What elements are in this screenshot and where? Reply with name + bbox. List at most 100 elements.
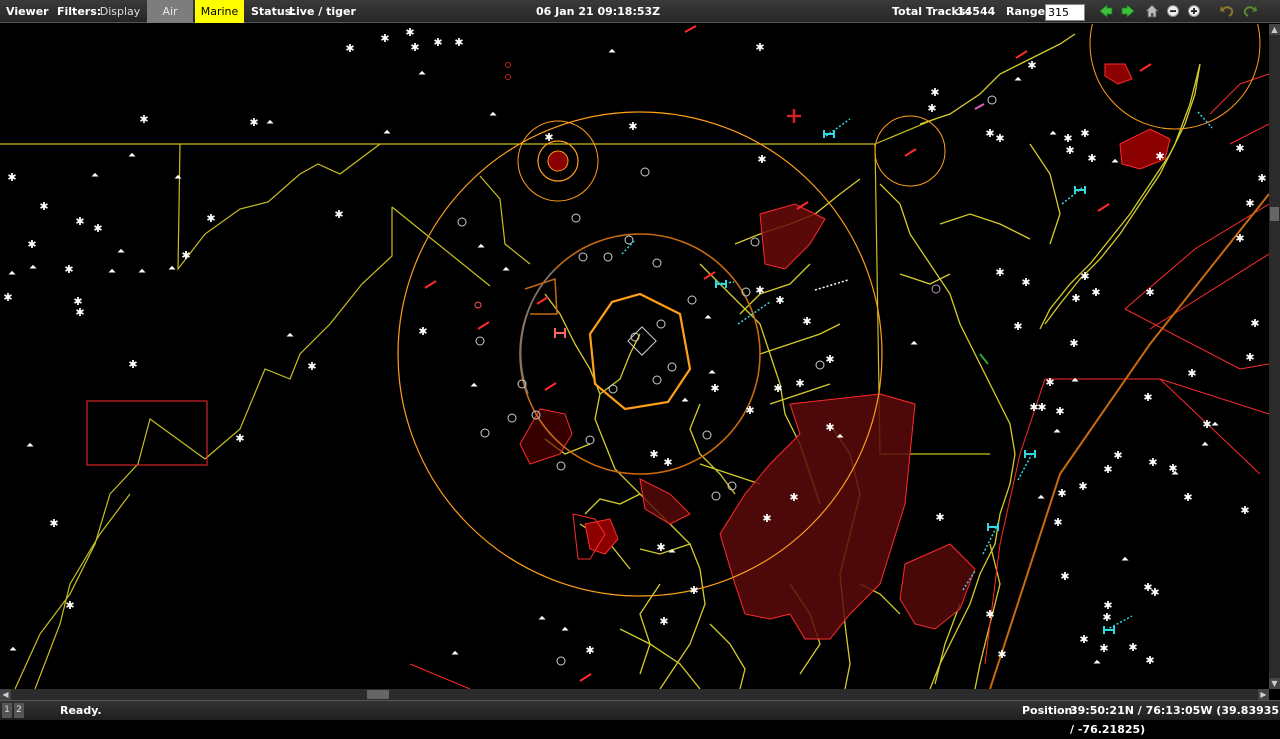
svg-text:✱: ✱ [1103,463,1112,476]
svg-text:⏶: ⏶ [502,264,510,275]
svg-text:✱: ✱ [1102,611,1111,624]
svg-text:⏶: ⏶ [138,266,146,277]
undo-icon[interactable] [1219,3,1235,19]
svg-text:✱: ✱ [418,325,427,338]
svg-text:✱: ✱ [825,353,834,366]
svg-text:✱: ✱ [773,382,782,395]
svg-text:✱: ✱ [795,377,804,390]
scroll-down-arrow-icon[interactable]: ▼ [1269,678,1280,689]
page-tab-2[interactable]: 2 [14,703,24,718]
vertical-scrollbar[interactable]: ▲ ▼ [1269,24,1280,689]
svg-text:✱: ✱ [710,382,719,395]
svg-text:✱: ✱ [1078,480,1087,493]
redo-icon[interactable] [1242,3,1258,19]
horizontal-scroll-thumb[interactable] [367,690,389,699]
svg-text:✱: ✱ [139,113,148,126]
svg-text:✱: ✱ [1087,152,1096,165]
horizontal-scrollbar[interactable]: ◀ ▶ [0,689,1269,700]
vertical-scroll-thumb[interactable] [1270,207,1279,221]
svg-text:✱: ✱ [1145,286,1154,299]
svg-text:✱: ✱ [1250,317,1259,330]
svg-text:✱: ✱ [656,541,665,554]
svg-text:✱: ✱ [249,116,258,129]
svg-text:⏶: ⏶ [1171,468,1179,479]
svg-text:⏶: ⏶ [418,68,426,79]
svg-text:✱: ✱ [1257,172,1266,185]
svg-text:✱: ✱ [762,512,771,525]
filter-air-button[interactable]: Air [147,0,193,23]
map-display[interactable]: ✱ ✱ ✱ ✱ ✱ ✱ ✱ ✱ ✱ ✱ ✱ ✱ ✱ ✱ ✱ ✱ ✱ ✱ ✱ ✱ ✱ ✱ ✱ ✱ ✱ ✱ ✱ ✱ ✱ ✱ … [0,24,1269,689]
status-value: Live / tiger [289,5,356,18]
status-bar: 1 2 Ready. Position: 39:50:21N / 76:13:0… [0,700,1280,736]
svg-text:⏶: ⏶ [910,338,918,349]
zoom-out-icon[interactable] [1165,3,1181,19]
svg-text:✱: ✱ [935,511,944,524]
svg-text:✱: ✱ [930,86,939,99]
svg-text:✱: ✱ [802,315,811,328]
position-value: 39:50:21N / 76:13:05W (39.83935 / -76.21… [1070,704,1280,736]
svg-text:✱: ✱ [1079,633,1088,646]
scroll-right-arrow-icon[interactable]: ▶ [1258,689,1269,700]
svg-text:✱: ✱ [755,284,764,297]
svg-text:✱: ✱ [27,238,36,251]
back-arrow-icon[interactable] [1098,3,1114,19]
svg-text:✱: ✱ [334,208,343,221]
svg-text:✱: ✱ [1069,337,1078,350]
svg-text:⏶: ⏶ [1037,492,1045,503]
svg-text:✱: ✱ [433,36,442,49]
svg-text:⏶: ⏶ [538,613,546,624]
svg-text:✱: ✱ [1055,405,1064,418]
svg-text:⏶: ⏶ [8,268,16,279]
svg-text:✱: ✱ [1053,516,1062,529]
scroll-up-arrow-icon[interactable]: ▲ [1269,24,1280,35]
status-message: Ready. [60,704,102,717]
svg-text:⏶: ⏶ [117,246,125,257]
svg-text:⏶: ⏶ [836,431,844,442]
filter-marine-button[interactable]: Marine [195,0,244,23]
svg-text:✱: ✱ [93,222,102,235]
svg-text:✱: ✱ [927,102,936,115]
svg-text:⏶: ⏶ [561,624,569,635]
svg-text:✱: ✱ [1065,144,1074,157]
scroll-left-arrow-icon[interactable]: ◀ [0,689,11,700]
svg-text:⏶: ⏶ [128,150,136,161]
position-label: Position: [1022,704,1077,717]
viewer-menu[interactable]: Viewer [6,0,49,23]
forward-arrow-icon[interactable] [1120,3,1136,19]
svg-text:✱: ✱ [75,306,84,319]
svg-text:⏶: ⏶ [608,46,616,57]
zoom-in-icon[interactable] [1186,3,1202,19]
total-tracks-value: 14544 [957,5,996,18]
filter-display-button[interactable]: Display [96,0,144,23]
svg-text:⏶: ⏶ [451,648,459,659]
svg-text:⏶: ⏶ [108,266,116,277]
svg-text:⏶: ⏶ [1211,419,1219,430]
aircraft-tracks[interactable]: ✱ ✱✱ ✱ ✱✱ ✱✱ ✱ ✱✱✱ ✱✱✱ ✱✱ ✱ ✱✱✱ ✱ ✱✱ ✱✱✱ ✱✱✱ … [3,26,1266,667]
svg-text:⏶: ⏶ [489,109,497,120]
svg-text:✱: ✱ [585,644,594,657]
svg-text:⏶: ⏶ [681,395,689,406]
svg-text:✱: ✱ [1235,142,1244,155]
range-label: Range: [1006,5,1050,18]
svg-text:✱: ✱ [39,200,48,213]
svg-text:✱: ✱ [1045,376,1054,389]
svg-text:✱: ✱ [544,131,553,144]
svg-text:⏶: ⏶ [704,312,712,323]
svg-text:✱: ✱ [1021,276,1030,289]
svg-text:⏶: ⏶ [477,241,485,252]
svg-text:✱: ✱ [181,249,190,262]
home-icon[interactable] [1144,3,1160,19]
svg-text:✱: ✱ [663,456,672,469]
svg-text:✱: ✱ [628,120,637,133]
svg-text:✱: ✱ [49,517,58,530]
page-tab-1[interactable]: 1 [2,703,12,718]
svg-text:⏶: ⏶ [1071,375,1079,386]
svg-text:⏶: ⏶ [168,263,176,274]
svg-text:✱: ✱ [7,171,16,184]
svg-text:⏶: ⏶ [668,546,676,557]
svg-text:✱: ✱ [1099,642,1108,655]
aircraft-heading-tracks[interactable]: ⏶⏶⏶ ⏶⏶⏶ ⏶ ⏶⏶ ⏶ ⏶⏶ ⏶⏶⏶ ⏶⏶⏶ ⏶⏶⏶ ⏶⏶⏶ ⏶⏶⏶ ⏶⏶⏶ … [8,46,1219,668]
tactical-map[interactable]: ✱ ✱✱ ✱ ✱✱ ✱✱ ✱ ✱✱✱ ✱✱✱ ✱✱ ✱ ✱✱✱ ✱ ✱✱ ✱✱✱ ✱✱✱ … [0,24,1269,689]
range-input[interactable] [1045,4,1085,21]
svg-text:✱: ✱ [1150,586,1159,599]
